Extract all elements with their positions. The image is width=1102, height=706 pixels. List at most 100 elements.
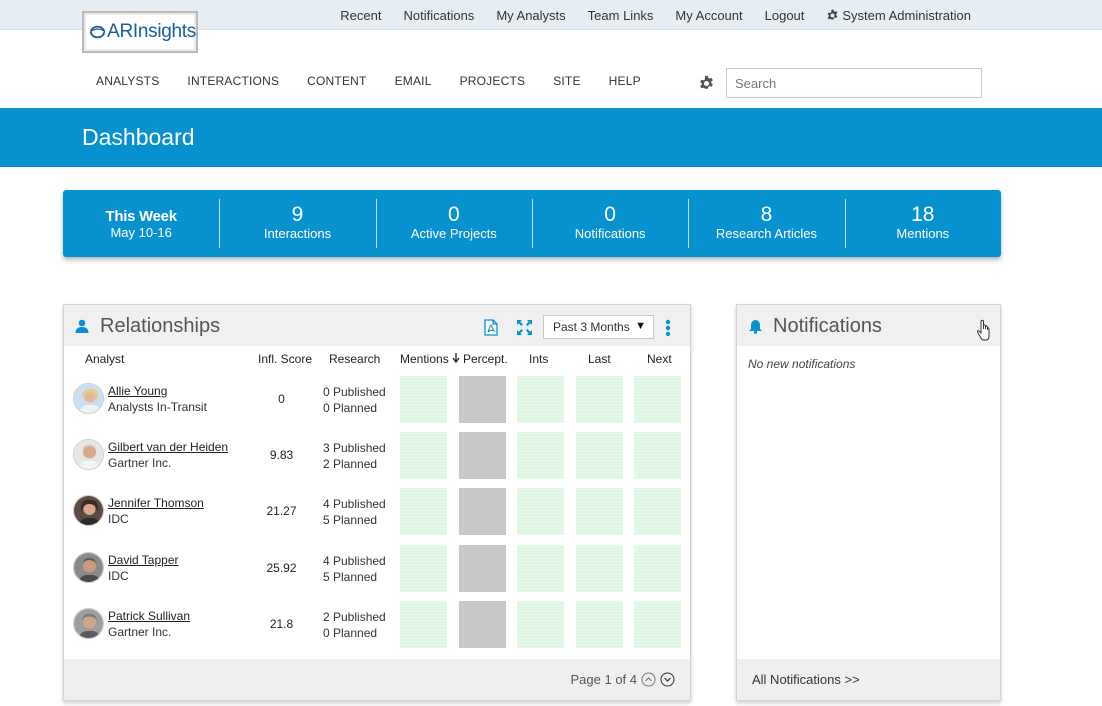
notifications-panel: Notifications No new notifications All N… — [736, 304, 1001, 701]
stat-interactions[interactable]: 9 Interactions — [219, 190, 375, 257]
analyst-firm: Gartner Inc. — [108, 625, 172, 639]
weekly-stats-strip: This Week May 10-16 9 Interactions 0 Act… — [63, 190, 1001, 257]
stat-this-week: This Week May 10-16 — [63, 190, 219, 257]
table-row: Jennifer Thomson IDC 21.27 4 Published 5… — [64, 485, 690, 541]
top-link-system-administration-label: System Administration — [842, 7, 971, 23]
col-header-mentions-label: Mentions — [400, 352, 449, 366]
nav-analysts[interactable]: ANALYSTS — [96, 74, 159, 94]
last-cell[interactable] — [576, 376, 623, 423]
col-header-next[interactable]: Next — [647, 352, 672, 366]
next-cell[interactable] — [634, 376, 681, 423]
ints-cell[interactable] — [517, 376, 564, 423]
pagination: Page 1 of 4 — [571, 672, 676, 687]
ints-cell[interactable] — [517, 488, 564, 535]
arinsights-logo[interactable]: ARInsights — [82, 11, 198, 53]
analyst-name-link[interactable]: Allie Young — [108, 384, 167, 398]
page-indicator: Page 1 of 4 — [570, 672, 638, 687]
nav-site[interactable]: SITE — [553, 74, 580, 94]
col-header-perception[interactable]: Percept. — [463, 352, 508, 366]
col-header-ints[interactable]: Ints — [529, 352, 548, 366]
pdf-export-icon[interactable] — [483, 319, 499, 336]
nav-interactions[interactable]: INTERACTIONS — [187, 74, 279, 94]
perception-cell[interactable] — [459, 432, 506, 479]
bell-icon — [749, 320, 762, 334]
table-row: David Tapper IDC 25.92 4 Published 5 Pla… — [64, 542, 690, 598]
last-cell[interactable] — [576, 601, 623, 648]
ints-cell[interactable] — [517, 432, 564, 479]
notifications-footer: All Notifications >> — [737, 659, 1000, 700]
more-options-icon[interactable] — [665, 319, 671, 337]
last-cell[interactable] — [576, 432, 623, 479]
perception-cell[interactable] — [459, 545, 506, 592]
top-link-my-analysts[interactable]: My Analysts — [496, 8, 565, 23]
all-notifications-link[interactable]: All Notifications >> — [752, 672, 860, 687]
pointer-hand-icon[interactable] — [976, 316, 990, 342]
avatar[interactable] — [73, 383, 104, 414]
avatar[interactable] — [73, 608, 104, 639]
published-count: 3 Published — [323, 441, 386, 455]
nav-help[interactable]: HELP — [609, 74, 641, 94]
mentions-cell[interactable] — [400, 545, 447, 592]
ints-cell[interactable] — [517, 545, 564, 592]
analyst-name-link[interactable]: Patrick Sullivan — [108, 609, 190, 623]
stat-active-projects[interactable]: 0 Active Projects — [375, 190, 532, 257]
next-cell[interactable] — [634, 488, 681, 535]
avatar[interactable] — [73, 552, 104, 583]
page-up-icon[interactable] — [641, 672, 656, 687]
settings-gear-icon[interactable] — [698, 75, 715, 92]
research-counts: 0 Published 0 Planned — [323, 384, 386, 416]
last-cell[interactable] — [576, 545, 623, 592]
nav-projects[interactable]: PROJECTS — [460, 74, 526, 94]
avatar[interactable] — [73, 495, 104, 526]
next-cell[interactable] — [634, 601, 681, 648]
mentions-cell[interactable] — [400, 488, 447, 535]
mentions-cell[interactable] — [400, 601, 447, 648]
stat-research-articles[interactable]: 8 Research Articles — [688, 190, 844, 257]
perception-cell[interactable] — [459, 601, 506, 648]
relationships-title: Relationships — [100, 315, 221, 337]
influence-score: 21.27 — [266, 504, 297, 518]
analyst-name-link[interactable]: Jennifer Thomson — [108, 496, 204, 510]
stat-mentions[interactable]: 18 Mentions — [844, 190, 1001, 257]
page-down-icon[interactable] — [660, 672, 675, 687]
person-icon — [75, 319, 89, 333]
influence-score: 0 — [278, 392, 285, 406]
stat-value: 9 — [291, 203, 304, 226]
top-link-logout[interactable]: Logout — [765, 8, 805, 23]
date-range-select[interactable]: Past 3 Months ▼ — [543, 315, 654, 339]
analyst-photo-icon — [74, 496, 103, 525]
stat-notifications[interactable]: 0 Notifications — [531, 190, 688, 257]
top-link-system-administration[interactable]: System Administration — [826, 8, 971, 23]
mentions-cell[interactable] — [400, 432, 447, 479]
avatar[interactable] — [73, 439, 104, 470]
nav-email[interactable]: EMAIL — [395, 74, 432, 94]
planned-count: 5 Planned — [323, 513, 378, 527]
top-link-my-account[interactable]: My Account — [675, 8, 742, 23]
next-cell[interactable] — [634, 545, 681, 592]
analyst-photo-icon — [74, 440, 103, 469]
analyst-name-link[interactable]: David Tapper — [108, 553, 179, 567]
sort-desc-icon — [452, 353, 460, 364]
next-cell[interactable] — [634, 432, 681, 479]
perception-cell[interactable] — [459, 488, 506, 535]
perception-cell[interactable] — [459, 376, 506, 423]
published-count: 4 Published — [323, 497, 386, 511]
top-link-notifications[interactable]: Notifications — [404, 8, 475, 23]
analyst-name-link[interactable]: Gilbert van der Heiden — [108, 440, 228, 454]
col-header-last[interactable]: Last — [588, 352, 611, 366]
col-header-mentions[interactable]: Mentions — [400, 352, 460, 366]
mentions-cell[interactable] — [400, 376, 447, 423]
research-counts: 4 Published 5 Planned — [323, 496, 386, 528]
col-header-research[interactable]: Research — [329, 352, 380, 366]
ints-cell[interactable] — [517, 601, 564, 648]
col-header-infl-score[interactable]: Infl. Score — [258, 352, 312, 366]
last-cell[interactable] — [576, 488, 623, 535]
page-title: Dashboard — [82, 124, 195, 150]
stat-label: Notifications — [574, 226, 646, 241]
expand-icon[interactable] — [516, 319, 533, 336]
top-link-recent[interactable]: Recent — [340, 8, 381, 23]
nav-content[interactable]: CONTENT — [307, 74, 366, 94]
search-input[interactable] — [726, 68, 982, 98]
col-header-analyst[interactable]: Analyst — [85, 352, 124, 366]
top-link-team-links[interactable]: Team Links — [588, 8, 654, 23]
